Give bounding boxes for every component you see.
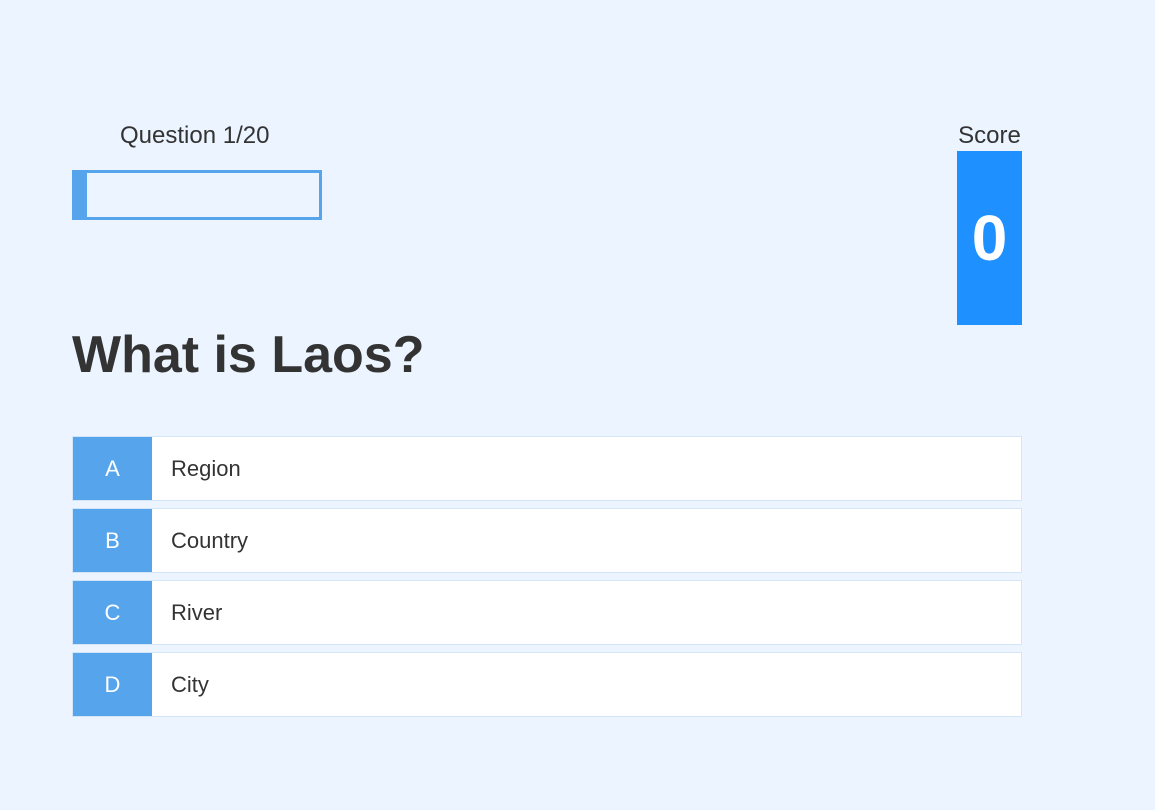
choice-a[interactable]: A Region — [72, 436, 1022, 501]
choice-prefix: C — [73, 581, 152, 644]
choice-prefix: A — [73, 437, 152, 500]
choice-prefix: D — [73, 653, 152, 716]
progress-bar — [72, 170, 322, 220]
progress-bar-fill — [75, 173, 88, 217]
choice-text: River — [171, 599, 223, 625]
score-value: 0 — [957, 151, 1022, 325]
choice-b[interactable]: B Country — [72, 508, 1022, 573]
question-text: What is Laos? — [72, 326, 425, 384]
score-label: Score — [958, 122, 1021, 149]
question-counter: Question 1/20 — [120, 122, 270, 149]
choice-list: A Region B Country C River D City — [72, 436, 1022, 724]
choice-c[interactable]: C River — [72, 580, 1022, 645]
choice-d[interactable]: D City — [72, 652, 1022, 717]
choice-prefix: B — [73, 509, 152, 572]
choice-text: City — [171, 671, 209, 697]
choice-text: Region — [171, 455, 241, 481]
choice-text: Country — [171, 527, 249, 553]
